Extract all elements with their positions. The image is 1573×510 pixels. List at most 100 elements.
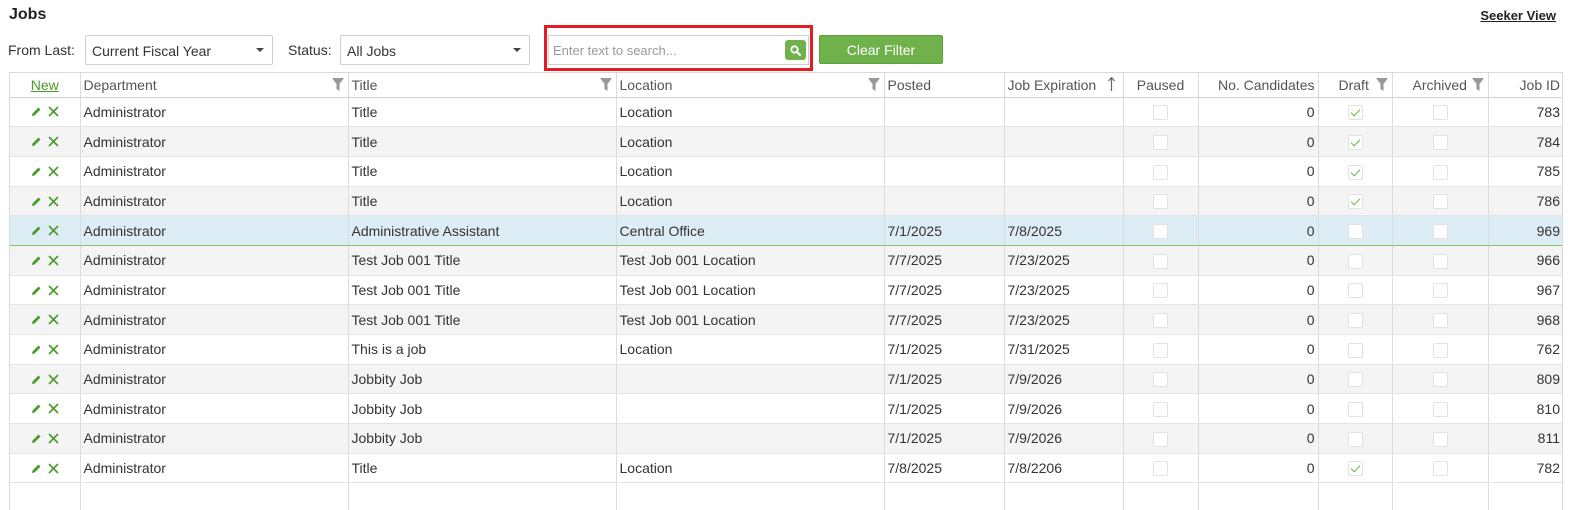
close-icon[interactable] bbox=[48, 223, 59, 239]
paused-checkbox[interactable] bbox=[1153, 194, 1168, 210]
pencil-icon[interactable] bbox=[31, 134, 42, 150]
pencil-icon[interactable] bbox=[31, 223, 42, 239]
pencil-icon[interactable] bbox=[31, 431, 42, 447]
table-row[interactable]: Administrator Jobbity Job 7/1/2025 7/9/2026… bbox=[10, 393, 1562, 425]
pencil-icon[interactable] bbox=[31, 194, 42, 210]
table-row[interactable]: Administrator Title Location 0 785 bbox=[10, 156, 1562, 187]
archived-checkbox[interactable] bbox=[1432, 283, 1448, 299]
draft-checkbox[interactable] bbox=[1347, 134, 1363, 150]
pencil-icon[interactable] bbox=[31, 312, 42, 328]
search-input[interactable] bbox=[549, 36, 781, 64]
draft-checkbox[interactable] bbox=[1347, 223, 1363, 239]
draft-checkbox[interactable] bbox=[1347, 283, 1363, 299]
draft-checkbox[interactable] bbox=[1347, 402, 1363, 418]
archived-checkbox[interactable] bbox=[1432, 461, 1448, 477]
column-header-candidates[interactable]: No. Candidates bbox=[1198, 73, 1319, 98]
paused-checkbox[interactable] bbox=[1153, 283, 1168, 299]
close-icon[interactable] bbox=[48, 312, 59, 328]
archived-checkbox[interactable] bbox=[1432, 223, 1448, 239]
table-row[interactable]: Administrator Title Location 0 784 bbox=[10, 126, 1562, 157]
column-header-title[interactable]: Title bbox=[348, 73, 617, 98]
close-icon[interactable] bbox=[48, 134, 59, 150]
pencil-icon[interactable] bbox=[31, 164, 42, 180]
close-icon[interactable] bbox=[48, 372, 59, 388]
column-header-posted[interactable]: Posted bbox=[884, 73, 1005, 98]
draft-checkbox[interactable] bbox=[1347, 342, 1363, 358]
paused-checkbox[interactable] bbox=[1153, 431, 1168, 447]
close-icon[interactable] bbox=[48, 431, 59, 447]
column-header-paused[interactable]: Paused bbox=[1123, 73, 1199, 98]
draft-checkbox[interactable] bbox=[1347, 431, 1363, 447]
close-icon[interactable] bbox=[48, 164, 59, 180]
paused-checkbox[interactable] bbox=[1153, 461, 1168, 477]
paused-checkbox[interactable] bbox=[1153, 402, 1168, 418]
archived-checkbox[interactable] bbox=[1432, 342, 1448, 358]
paused-checkbox[interactable] bbox=[1153, 372, 1168, 388]
paused-checkbox[interactable] bbox=[1153, 223, 1168, 239]
column-header-location[interactable]: Location bbox=[616, 73, 885, 98]
close-icon[interactable] bbox=[48, 253, 59, 269]
status-select[interactable]: All Jobs bbox=[340, 35, 530, 65]
archived-checkbox[interactable] bbox=[1432, 194, 1448, 210]
close-icon[interactable] bbox=[48, 401, 59, 417]
table-row[interactable]: Administrator Test Job 001 Title Test Job … bbox=[10, 304, 1562, 335]
paused-checkbox[interactable] bbox=[1153, 342, 1168, 358]
pencil-icon[interactable] bbox=[31, 283, 42, 299]
draft-checkbox[interactable] bbox=[1347, 253, 1363, 269]
archived-checkbox[interactable] bbox=[1432, 105, 1448, 121]
draft-checkbox[interactable] bbox=[1347, 372, 1363, 388]
column-header-department[interactable]: Department bbox=[80, 73, 349, 98]
pencil-icon[interactable] bbox=[31, 461, 42, 477]
table-row[interactable]: Administrator Test Job 001 Title Test Job … bbox=[10, 245, 1562, 276]
funnel-icon[interactable] bbox=[1471, 78, 1484, 91]
pencil-icon[interactable] bbox=[31, 104, 42, 120]
paused-checkbox[interactable] bbox=[1153, 134, 1168, 150]
draft-checkbox[interactable] bbox=[1347, 194, 1363, 210]
paused-checkbox[interactable] bbox=[1153, 253, 1168, 269]
table-row[interactable]: Administrator Title Location 7/8/2025 7/8/22… bbox=[10, 453, 1562, 484]
archived-checkbox[interactable] bbox=[1432, 431, 1448, 447]
table-row[interactable]: Administrator Administrative Assistant Cen… bbox=[10, 215, 1562, 246]
column-header-draft[interactable]: Draft bbox=[1318, 73, 1393, 98]
table-row[interactable]: Administrator Jobbity Job 7/1/2025 7/9/2026… bbox=[10, 364, 1562, 395]
funnel-icon[interactable] bbox=[599, 78, 612, 91]
close-icon[interactable] bbox=[48, 342, 59, 358]
column-header-job-id[interactable]: Job ID bbox=[1488, 73, 1562, 98]
funnel-icon[interactable] bbox=[867, 78, 880, 91]
table-row[interactable]: Administrator Title Location 0 786 bbox=[10, 186, 1562, 217]
column-header-archived[interactable]: Archived bbox=[1392, 73, 1489, 98]
from-last-select[interactable]: Current Fiscal Year bbox=[85, 35, 273, 65]
paused-checkbox[interactable] bbox=[1153, 313, 1168, 329]
funnel-icon[interactable] bbox=[1375, 78, 1388, 91]
pencil-icon[interactable] bbox=[31, 372, 42, 388]
column-header-job-expiration[interactable]: Job Expiration bbox=[1004, 73, 1124, 98]
clear-filter-button[interactable]: Clear Filter bbox=[819, 35, 943, 64]
archived-checkbox[interactable] bbox=[1432, 134, 1448, 150]
close-icon[interactable] bbox=[48, 283, 59, 299]
close-icon[interactable] bbox=[48, 194, 59, 210]
archived-checkbox[interactable] bbox=[1432, 253, 1448, 269]
archived-checkbox[interactable] bbox=[1432, 313, 1448, 329]
funnel-icon[interactable] bbox=[331, 78, 344, 91]
paused-checkbox[interactable] bbox=[1153, 105, 1168, 121]
pencil-icon[interactable] bbox=[31, 401, 42, 417]
table-row[interactable]: Administrator Jobbity Job 7/1/2025 7/9/2026… bbox=[10, 423, 1562, 454]
search-button[interactable] bbox=[785, 40, 806, 60]
draft-checkbox[interactable] bbox=[1347, 313, 1363, 329]
close-icon[interactable] bbox=[48, 104, 59, 120]
draft-checkbox[interactable] bbox=[1347, 461, 1363, 477]
archived-checkbox[interactable] bbox=[1432, 164, 1448, 180]
table-row[interactable]: Administrator Test Job 001 Title Test Job … bbox=[10, 275, 1562, 306]
archived-checkbox[interactable] bbox=[1432, 372, 1448, 388]
pencil-icon[interactable] bbox=[31, 253, 42, 269]
new-job-link[interactable]: New bbox=[13, 77, 77, 93]
draft-checkbox[interactable] bbox=[1347, 105, 1363, 121]
archived-checkbox[interactable] bbox=[1432, 402, 1448, 418]
table-row[interactable]: Administrator Title Location 0 783 bbox=[10, 97, 1562, 128]
seeker-view-link[interactable]: Seeker View bbox=[1480, 8, 1556, 23]
paused-checkbox[interactable] bbox=[1153, 164, 1168, 180]
close-icon[interactable] bbox=[48, 461, 59, 477]
pencil-icon[interactable] bbox=[31, 342, 42, 358]
table-row[interactable]: Administrator This is a job Location 7/1/20… bbox=[10, 334, 1562, 365]
draft-checkbox[interactable] bbox=[1347, 164, 1363, 180]
